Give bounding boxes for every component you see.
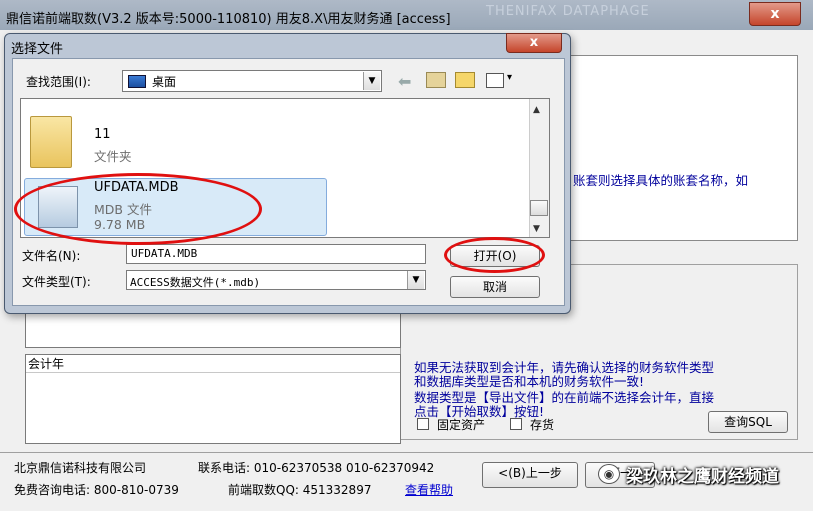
watermark-text: 梁玖林之鹰财经频道 [626,467,779,487]
scrollbar-thumb[interactable] [530,200,548,216]
chevron-down-icon[interactable]: ▼ [407,271,424,289]
main-window-title: 鼎信诺前端取数(V3.2 版本号:5000-110810) 用友8.X\用友财务… [6,12,451,27]
stock-checkbox[interactable] [510,418,522,430]
file-type-value: ACCESS数据文件(*.mdb) [130,276,261,289]
new-folder-icon[interactable] [455,72,475,88]
stock-label: 存货 [530,418,555,432]
view-menu-caret-icon[interactable]: ▾ [507,72,512,83]
folder-type: 文件夹 [94,149,132,164]
support-qq: 前端取数QQ: 451332897 [228,483,372,497]
file-name-label: 文件名(N): [22,249,81,263]
dialog-title: 选择文件 [11,42,64,57]
fixed-assets-checkbox[interactable] [417,418,429,430]
highlight-ellipse-open [444,237,545,273]
file-name-input[interactable]: UFDATA.MDB [126,244,426,264]
dialog-close-button[interactable]: x [506,33,562,53]
file-list-scrollbar[interactable] [529,99,549,237]
contact-phone: 联系电话: 010-62370538 010-62370942 [198,461,435,475]
fiscal-year-header: 会计年 [28,357,65,371]
query-sql-button[interactable]: 查询SQL [708,411,788,433]
look-in-label: 查找范围(I): [26,75,91,89]
look-in-value: 桌面 [152,75,177,89]
help-link[interactable]: 查看帮助 [405,481,453,498]
previous-step-button[interactable]: <(B)上一步 [482,462,578,488]
instruction-text: 账套则选择具体的账套名称，如 [573,173,749,188]
scroll-up-icon[interactable]: ▲ [533,105,540,115]
company-name: 北京鼎信诺科技有限公司 [14,461,147,475]
highlight-ellipse-file [14,173,262,245]
back-arrow-icon[interactable]: ⬅ [398,72,411,91]
fiscal-year-header-divider [26,372,400,373]
chevron-down-icon[interactable]: ▼ [363,72,380,90]
folder-icon [30,116,72,168]
consult-phone: 免费咨询电话: 800-810-0739 [14,483,179,497]
fiscal-year-list[interactable] [25,354,401,444]
wechat-icon: ◉ [598,464,620,484]
fixed-assets-label: 固定资产 [437,418,486,432]
up-folder-icon[interactable] [426,72,446,88]
folder-name: 11 [94,127,111,142]
desktop-icon [128,75,146,88]
footer-divider [0,452,813,453]
main-title-background-text: THENIFAX DATAPHAGE [486,4,650,19]
cancel-button[interactable]: 取消 [450,276,540,298]
main-close-button[interactable]: x [749,2,801,26]
view-menu-icon[interactable] [486,73,504,88]
file-type-label: 文件类型(T): [22,275,91,289]
instruction-panel [568,55,798,241]
scroll-down-icon[interactable]: ▼ [533,224,540,234]
